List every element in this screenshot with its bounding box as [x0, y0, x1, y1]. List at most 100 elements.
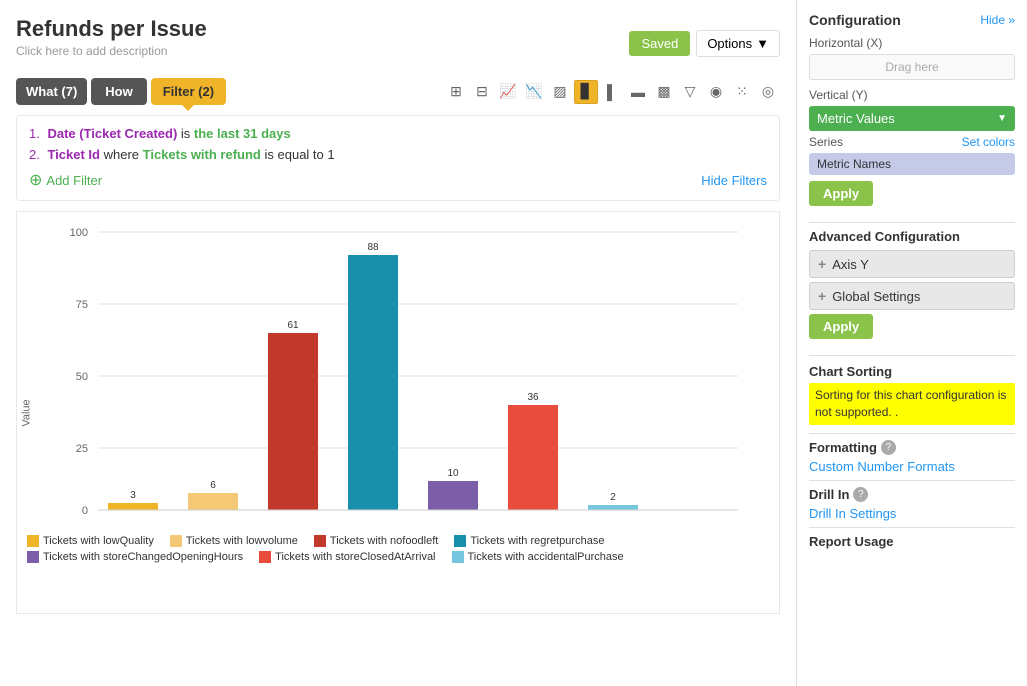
- options-label: Options: [707, 36, 752, 51]
- bar-chart-icon[interactable]: ▊: [574, 80, 598, 104]
- horizontal-drop-zone[interactable]: Drag here: [809, 54, 1015, 80]
- drill-in-help-icon[interactable]: ?: [853, 487, 868, 502]
- filter1-number: 1.: [29, 126, 40, 141]
- hide-filters-button[interactable]: Hide Filters: [701, 173, 767, 188]
- y-axis-label: Value: [21, 399, 33, 426]
- report-description[interactable]: Click here to add description: [16, 44, 207, 58]
- small-bar-icon[interactable]: ▌: [600, 80, 624, 104]
- add-filter-label: Add Filter: [46, 173, 102, 188]
- filter1-field[interactable]: Date (Ticket Created): [47, 126, 177, 141]
- vertical-arrow-icon: ▼: [997, 113, 1007, 124]
- gauge-icon[interactable]: ◎: [756, 80, 780, 104]
- sorting-message: Sorting for this chart configuration is …: [809, 383, 1015, 425]
- stacked-area-icon[interactable]: ▨: [548, 80, 572, 104]
- advanced-config-title: Advanced Configuration: [809, 229, 1015, 244]
- svg-text:10: 10: [447, 468, 459, 479]
- add-filter-button[interactable]: ⊕ Add Filter: [29, 170, 102, 190]
- hide-config-button[interactable]: Hide »: [980, 13, 1015, 27]
- right-panel: Configuration Hide » Horizontal (X) Drag…: [797, 0, 1027, 686]
- pivot-icon[interactable]: ⊟: [470, 80, 494, 104]
- what-button[interactable]: What (7): [16, 78, 87, 105]
- how-button[interactable]: How: [91, 78, 146, 105]
- custom-number-formats-link[interactable]: Custom Number Formats: [809, 459, 1015, 474]
- config-header: Configuration Hide »: [809, 12, 1015, 28]
- line-chart-icon[interactable]: 📈: [496, 80, 520, 104]
- legend-label-nofoodleft: Tickets with nofoodleft: [330, 535, 438, 547]
- legend-item-regretpurchase: Tickets with regretpurchase: [454, 535, 604, 547]
- formatting-title: Formatting: [809, 440, 877, 455]
- filter2-op2: is equal to: [265, 147, 328, 162]
- legend-label-lowquality: Tickets with lowQuality: [43, 535, 154, 547]
- svg-text:3: 3: [130, 490, 136, 501]
- filter-button[interactable]: Filter (2): [151, 78, 226, 105]
- saved-button[interactable]: Saved: [629, 31, 690, 56]
- legend-label-lowvolume: Tickets with lowvolume: [186, 535, 298, 547]
- legend-label-accidental: Tickets with accidentalPurchase: [468, 551, 624, 563]
- add-filter-icon: ⊕: [29, 170, 42, 190]
- report-title: Refunds per Issue: [16, 16, 207, 42]
- formatting-help-icon[interactable]: ?: [881, 440, 896, 455]
- filter2-number: 2.: [29, 147, 40, 162]
- drill-in-settings-link[interactable]: Drill In Settings: [809, 506, 1015, 521]
- report-usage-title: Report Usage: [809, 534, 1015, 549]
- legend-label-regret: Tickets with regretpurchase: [470, 535, 604, 547]
- area-chart-icon[interactable]: 📉: [522, 80, 546, 104]
- options-arrow-icon: ▼: [756, 36, 769, 51]
- pie-icon[interactable]: ◉: [704, 80, 728, 104]
- filters-section: 1. Date (Ticket Created) is the last 31 …: [16, 115, 780, 201]
- plus-icon-axis: +: [818, 256, 826, 272]
- toolbar: What (7) How Filter (2) ⊞ ⊟ 📈 📉 ▨ ▊ ▌ ▬ …: [16, 78, 780, 105]
- svg-text:25: 25: [76, 443, 88, 455]
- chart-type-icons: ⊞ ⊟ 📈 📉 ▨ ▊ ▌ ▬ ▩ ▽ ◉ ⁙ ◎: [444, 80, 780, 104]
- funnel-icon[interactable]: ▽: [678, 80, 702, 104]
- series-row: Series Set colors: [809, 135, 1015, 149]
- filter-item-1: 1. Date (Ticket Created) is the last 31 …: [29, 126, 767, 141]
- legend-item-lowvolume: Tickets with lowvolume: [170, 535, 298, 547]
- horizontal-bar-icon[interactable]: ▬: [626, 80, 650, 104]
- series-label: Series: [809, 135, 843, 149]
- vertical-dropdown[interactable]: Metric Values ▼: [809, 106, 1015, 131]
- chart-container: Value 100 75 50 25 0 3 6: [16, 211, 780, 614]
- filter2-field[interactable]: Ticket Id: [47, 147, 100, 162]
- svg-text:2: 2: [610, 492, 616, 503]
- metric-names-tag: Metric Names: [809, 153, 1015, 175]
- horizontal-label: Horizontal (X): [809, 36, 1015, 50]
- global-settings-row[interactable]: + Global Settings: [809, 282, 1015, 310]
- axis-y-row[interactable]: + Axis Y: [809, 250, 1015, 278]
- drill-in-row: Drill In ?: [809, 487, 1015, 502]
- svg-text:36: 36: [527, 392, 539, 403]
- svg-text:6: 6: [210, 480, 216, 491]
- bar-chart: 100 75 50 25 0 3 6 61 88 10: [27, 222, 769, 522]
- legend-label-storeclosed: Tickets with storeClosedAtArrival: [275, 551, 435, 563]
- legend-color-lowvolume: [170, 535, 182, 547]
- filter2-op: where: [104, 147, 143, 162]
- table-icon[interactable]: ⊞: [444, 80, 468, 104]
- legend-item-accidental: Tickets with accidentalPurchase: [452, 551, 624, 563]
- stacked-bar-icon[interactable]: ▩: [652, 80, 676, 104]
- scatter-icon[interactable]: ⁙: [730, 80, 754, 104]
- svg-text:50: 50: [76, 371, 88, 383]
- formatting-row: Formatting ?: [809, 440, 1015, 455]
- vertical-value: Metric Values: [817, 111, 895, 126]
- filter2-value: 1: [327, 147, 334, 162]
- svg-text:0: 0: [82, 505, 88, 517]
- svg-text:100: 100: [70, 227, 88, 239]
- legend-color-storeclosed: [259, 551, 271, 563]
- svg-text:75: 75: [76, 299, 88, 311]
- set-colors-button[interactable]: Set colors: [962, 135, 1015, 149]
- options-button[interactable]: Options ▼: [696, 30, 780, 57]
- apply-button-1[interactable]: Apply: [809, 181, 873, 206]
- legend-item-storeopening: Tickets with storeChangedOpeningHours: [27, 551, 243, 563]
- legend-color-storeopening: [27, 551, 39, 563]
- chart-sorting-title: Chart Sorting: [809, 364, 1015, 379]
- svg-text:61: 61: [287, 320, 299, 331]
- filter1-value: the last 31 days: [194, 126, 291, 141]
- plus-icon-global: +: [818, 288, 826, 304]
- vertical-label: Vertical (Y): [809, 88, 1015, 102]
- legend-item-nofoodleft: Tickets with nofoodleft: [314, 535, 438, 547]
- config-title: Configuration: [809, 12, 901, 28]
- filter-item-2: 2. Ticket Id where Tickets with refund i…: [29, 147, 767, 162]
- chart-legend: Tickets with lowQuality Tickets with low…: [27, 535, 769, 563]
- legend-label-storeopening: Tickets with storeChangedOpeningHours: [43, 551, 243, 563]
- apply-button-2[interactable]: Apply: [809, 314, 873, 339]
